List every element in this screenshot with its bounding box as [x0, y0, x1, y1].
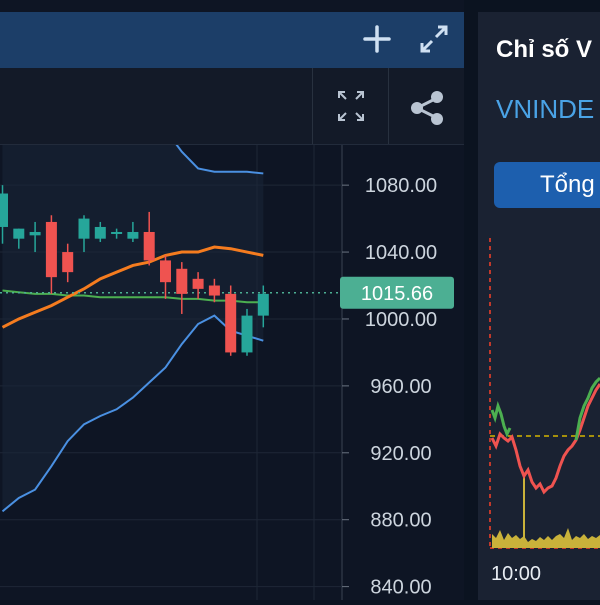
chart-toolbar — [0, 68, 464, 145]
chart-panel: 1080.00 1040.00 1000.00 960.00 920.00 880.00 8… — [0, 0, 464, 600]
y-tick-label: 1080.00 — [365, 175, 437, 197]
intraday-chart[interactable]: 10:00 — [473, 238, 600, 600]
candlestick-chart[interactable]: 1080.00 1040.00 1000.00 960.00 920.00 880.00 8… — [0, 103, 464, 600]
overview-button[interactable]: Tổng — [494, 162, 600, 208]
current-price-tag: 1015.66 — [340, 276, 454, 309]
candle-body — [29, 231, 41, 236]
candle-body — [111, 231, 123, 234]
candle-body — [94, 226, 106, 239]
candle — [241, 308, 253, 356]
candle-body — [78, 218, 90, 239]
chart-header-bar — [0, 12, 464, 68]
index-name-link[interactable]: VNINDE — [496, 94, 594, 125]
candle-body — [0, 193, 8, 227]
candlestick-chart-svg[interactable]: 1080.00 1040.00 1000.00 960.00 920.00 880.00 8… — [0, 103, 464, 600]
candle-body — [208, 285, 220, 296]
x-tick-label: 10:00 — [491, 563, 541, 585]
candle-body — [225, 293, 237, 353]
current-price-label: 1015.66 — [361, 283, 433, 305]
y-tick-label: 840.00 — [370, 577, 431, 599]
y-tick-label: 1040.00 — [365, 242, 437, 264]
intraday-chart-svg: 10:00 — [473, 238, 600, 585]
candle-body — [241, 315, 253, 353]
plus-icon[interactable] — [360, 22, 394, 56]
candle-body — [176, 268, 188, 294]
candle-body — [257, 293, 269, 316]
y-tick-label: 960.00 — [370, 376, 431, 398]
volume-bars — [492, 528, 600, 548]
index-panel: Chỉ số V VNINDE Tổng 10:00 — [473, 12, 600, 600]
intraday-line-up — [490, 400, 512, 438]
candle-body — [45, 221, 57, 278]
share-icon[interactable] — [388, 68, 465, 144]
candle — [225, 285, 237, 356]
candle-body — [127, 231, 139, 239]
candle-body — [160, 260, 171, 283]
y-tick-label: 880.00 — [370, 510, 431, 532]
expand-arrows-icon[interactable] — [417, 22, 451, 56]
candle-body — [13, 228, 25, 239]
candle-body — [62, 252, 74, 273]
y-tick-label: 1000.00 — [365, 309, 437, 331]
candle-body — [143, 231, 155, 261]
y-tick-label: 920.00 — [370, 443, 431, 465]
panel-title: Chỉ số V — [496, 36, 593, 63]
intraday-line-down — [490, 383, 600, 495]
fullscreen-icon[interactable] — [312, 68, 389, 144]
candle-body — [192, 278, 204, 289]
